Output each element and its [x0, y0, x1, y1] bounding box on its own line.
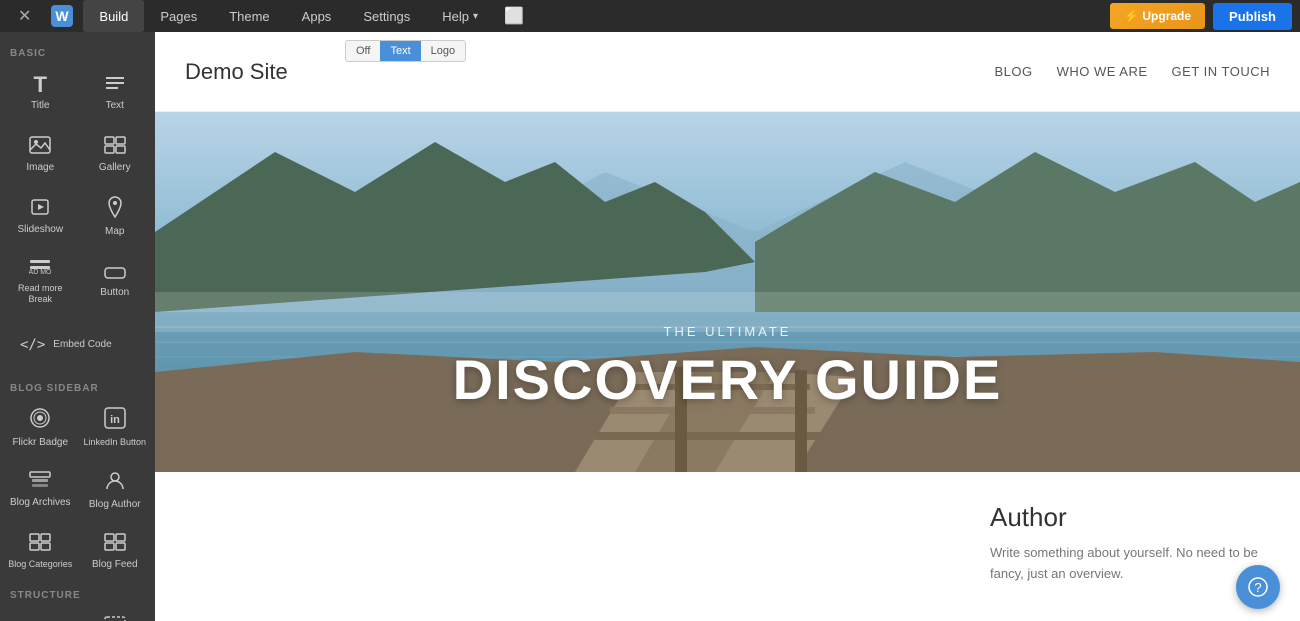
sidebar-item-label: Blog Author: [89, 499, 141, 511]
logo-switcher: Off Text Logo: [345, 40, 466, 62]
sidebar-item-label: Gallery: [99, 162, 131, 174]
sidebar-item-button[interactable]: Button: [79, 249, 152, 313]
title-icon: T: [34, 74, 47, 96]
logo-off-button[interactable]: Off: [346, 41, 380, 61]
embed-icon: </>: [20, 338, 45, 352]
readmore-icon: READ MORE: [29, 257, 51, 279]
top-nav: ✕ W Build Pages Theme Apps Settings Help…: [0, 0, 1300, 32]
divider-icon: [29, 617, 51, 621]
author-title: Author: [990, 502, 1270, 533]
sidebar-item-label: LinkedIn Button: [83, 437, 146, 448]
chat-button[interactable]: ?: [1236, 565, 1280, 609]
archives-icon: [29, 471, 51, 493]
sidebar-item-text[interactable]: Text: [79, 63, 152, 123]
gallery-icon: [104, 136, 126, 158]
image-icon: [29, 136, 51, 158]
nav-link-who[interactable]: WHO WE ARE: [1057, 64, 1148, 79]
blog-grid: Flickr Badge in LinkedIn Button Blog Arc…: [0, 398, 155, 582]
svg-text:?: ?: [1254, 580, 1261, 595]
logo-logo-button[interactable]: Logo: [421, 41, 465, 61]
canvas-area: Demo Site Off Text Logo BLOG WHO WE ARE …: [155, 32, 1300, 621]
svg-text:W: W: [56, 8, 70, 24]
sidebar-item-archives[interactable]: Blog Archives: [4, 460, 77, 520]
svg-text:in: in: [110, 414, 120, 426]
device-icon[interactable]: ⬜: [494, 6, 534, 26]
nav-left: ✕ W Build Pages Theme Apps Settings Help…: [8, 0, 534, 32]
nav-right: ⚡ Upgrade Publish: [1110, 3, 1292, 30]
weebly-logo: W: [41, 0, 83, 32]
sidebar-item-title[interactable]: T Title: [4, 63, 77, 123]
tab-settings[interactable]: Settings: [347, 0, 426, 32]
sidebar-item-label: Button: [100, 287, 129, 299]
sidebar-item-label: Map: [105, 226, 124, 238]
sidebar-item-label: Slideshow: [17, 224, 63, 236]
sidebar-item-map[interactable]: Map: [79, 187, 152, 247]
sidebar-item-feed[interactable]: Blog Feed: [79, 522, 152, 582]
spacer-icon: [104, 616, 126, 621]
nav-link-contact[interactable]: GET IN TOUCH: [1172, 64, 1270, 79]
logo-text-button[interactable]: Text: [380, 41, 420, 61]
sidebar-item-label: Flickr Badge: [12, 437, 68, 449]
author-icon: [104, 469, 126, 495]
site-header: Demo Site Off Text Logo BLOG WHO WE ARE …: [155, 32, 1300, 112]
author-block: Author Write something about yourself. N…: [990, 502, 1270, 585]
site-logo: Demo Site: [185, 59, 288, 85]
main-layout: BASIC T Title Text Image: [0, 32, 1300, 621]
sidebar-item-readmore[interactable]: READ MORE Read more Break: [4, 249, 77, 313]
site-preview: Demo Site Off Text Logo BLOG WHO WE ARE …: [155, 32, 1300, 621]
sidebar-item-label: Read more Break: [8, 283, 73, 305]
sidebar-item-categories[interactable]: Blog Categories: [4, 522, 77, 582]
linkedin-icon: in: [104, 407, 126, 433]
feed-icon: [104, 533, 126, 555]
sidebar-item-image[interactable]: Image: [4, 125, 77, 185]
hero-text-area: THE ULTIMATE DISCOVERY GUIDE: [155, 324, 1300, 412]
left-sidebar: BASIC T Title Text Image: [0, 32, 155, 621]
structure-grid: Divider Spacer: [0, 605, 155, 621]
sidebar-item-label: Blog Feed: [92, 559, 138, 571]
section-label-structure: STRUCTURE: [0, 582, 155, 605]
sidebar-item-gallery[interactable]: Gallery: [79, 125, 152, 185]
sidebar-item-spacer[interactable]: Spacer: [79, 605, 152, 621]
nav-link-blog[interactable]: BLOG: [994, 64, 1032, 79]
site-nav: BLOG WHO WE ARE GET IN TOUCH: [994, 64, 1270, 79]
author-section: Author Write something about yourself. N…: [155, 472, 1300, 615]
sidebar-item-label: Title: [31, 100, 50, 112]
sidebar-item-label: Image: [26, 162, 54, 174]
categories-icon: [29, 533, 51, 555]
close-button[interactable]: ✕: [8, 0, 41, 32]
section-label-blog: BLOG SIDEBAR: [0, 375, 155, 398]
hero-section: THE ULTIMATE DISCOVERY GUIDE: [155, 112, 1300, 472]
section-label-basic: BASIC: [0, 40, 155, 63]
sidebar-item-embed[interactable]: </> Embed Code: [4, 315, 151, 375]
text-icon: [104, 74, 126, 96]
tab-pages[interactable]: Pages: [144, 0, 213, 32]
publish-button[interactable]: Publish: [1213, 3, 1292, 30]
upgrade-button[interactable]: ⚡ Upgrade: [1110, 3, 1205, 29]
sidebar-item-label: Text: [106, 100, 124, 112]
sidebar-item-linkedin[interactable]: in LinkedIn Button: [79, 398, 152, 458]
map-icon: [106, 196, 124, 222]
sidebar-item-slideshow[interactable]: Slideshow: [4, 187, 77, 247]
sidebar-item-author[interactable]: Blog Author: [79, 460, 152, 520]
tab-apps[interactable]: Apps: [286, 0, 348, 32]
sidebar-item-divider[interactable]: Divider: [4, 605, 77, 621]
hero-title: DISCOVERY GUIDE: [453, 347, 1003, 412]
sidebar-item-label: Blog Archives: [10, 497, 71, 509]
svg-text:READ MORE: READ MORE: [29, 269, 51, 275]
hero-subtitle: THE ULTIMATE: [664, 324, 792, 339]
sidebar-item-label: Embed Code: [53, 339, 111, 351]
tab-help[interactable]: Help▾: [426, 0, 494, 32]
button-icon: [104, 263, 126, 283]
sidebar-item-flickr[interactable]: Flickr Badge: [4, 398, 77, 458]
basic-grid: T Title Text Image Gallery: [0, 63, 155, 375]
slideshow-icon: [29, 198, 51, 220]
author-description: Write something about yourself. No need …: [990, 543, 1270, 585]
tab-theme[interactable]: Theme: [213, 0, 285, 32]
tab-build[interactable]: Build: [83, 0, 144, 32]
flickr-icon: [29, 407, 51, 433]
sidebar-item-label: Blog Categories: [8, 559, 72, 570]
